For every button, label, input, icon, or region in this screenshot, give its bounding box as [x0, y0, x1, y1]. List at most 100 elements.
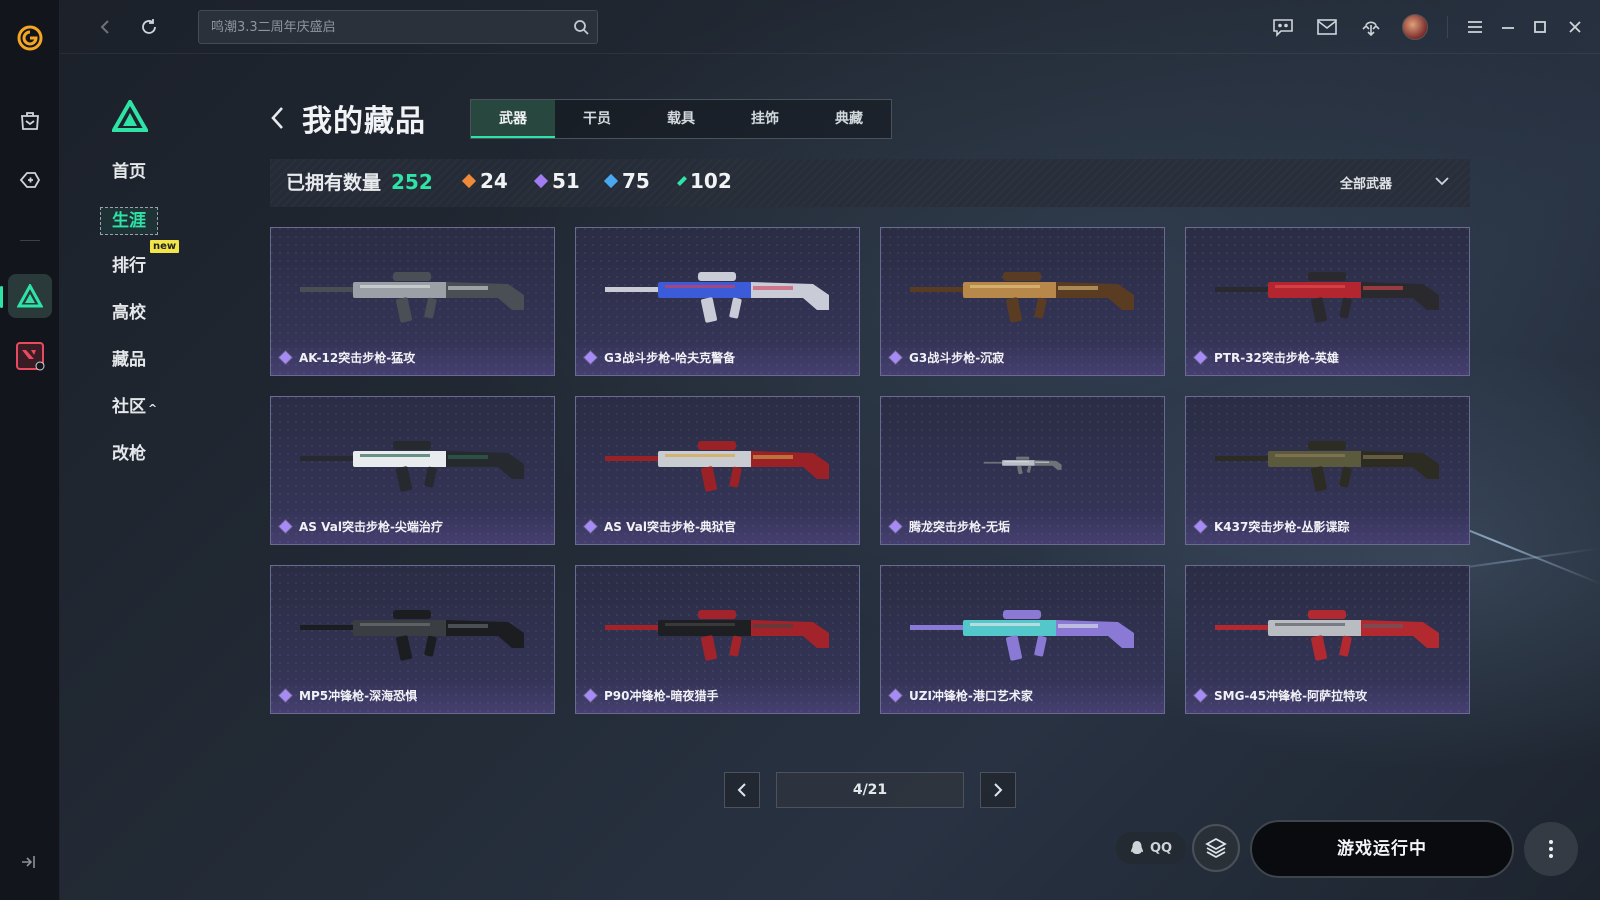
active-indicator	[0, 286, 3, 308]
weapon-card[interactable]: K437突击步枪-丛影谍踪	[1185, 396, 1470, 545]
prev-page-button[interactable]	[724, 772, 760, 808]
tab-weapons[interactable]: 武器	[471, 100, 555, 138]
weapon-label: AS Val突击步枪-典狱官	[584, 518, 736, 535]
mail-icon[interactable]	[1305, 0, 1349, 54]
rarity-count: 75	[622, 169, 650, 193]
new-badge: new	[150, 240, 180, 253]
weapon-card[interactable]: SMG-45冲锋枪-阿萨拉特攻	[1185, 565, 1470, 714]
weapon-label: MP5冲锋枪-深海恐惧	[279, 687, 418, 704]
weapon-image	[289, 425, 536, 505]
expand-rail-icon[interactable]	[18, 852, 38, 876]
weapon-card[interactable]: 腾龙突击步枪-无垢	[880, 396, 1165, 545]
weapon-card[interactable]: UZI冲锋枪-港口艺术家	[880, 565, 1165, 714]
page-header: 我的藏品	[270, 96, 426, 140]
sidebar-item-label: 藏品	[112, 350, 146, 370]
weapon-image	[594, 594, 841, 674]
weapon-image	[289, 594, 536, 674]
next-page-button[interactable]	[980, 772, 1016, 808]
pagination: 4/21	[724, 772, 1016, 808]
weapon-label: K437突击步枪-丛影谍踪	[1194, 518, 1349, 535]
purple-gem-icon	[533, 173, 549, 189]
rarity-gem-icon	[584, 689, 597, 702]
weapon-image	[899, 594, 1146, 674]
rarity-gem-icon	[889, 520, 902, 533]
weapon-card[interactable]: AS Val突击步枪-尖端治疗	[270, 396, 555, 545]
page-indicator: 4/21	[776, 772, 964, 808]
tag-plus-icon[interactable]	[8, 158, 52, 202]
weapon-image	[899, 256, 1146, 336]
store-bag-icon[interactable]	[8, 98, 52, 142]
search-bar[interactable]	[198, 10, 598, 44]
rarity-count: 102	[690, 169, 732, 193]
valorant-game-icon[interactable]	[8, 334, 52, 378]
rail-divider	[20, 240, 40, 241]
qq-button[interactable]: QQ	[1116, 832, 1186, 864]
sidebar-item-community[interactable]: 社区 ^	[100, 395, 190, 442]
game-running-button[interactable]: 游戏运行中	[1250, 820, 1514, 878]
weapon-card[interactable]: PTR-32突击步枪-英雄	[1185, 227, 1470, 376]
tab-charms[interactable]: 挂饰	[723, 100, 807, 138]
sidebar-item-label: 改枪	[112, 444, 146, 464]
avatar[interactable]	[1402, 14, 1428, 40]
download-icon[interactable]	[1349, 0, 1393, 54]
weapon-name: MP5冲锋枪-深海恐惧	[299, 689, 418, 703]
qq-penguin-icon	[1130, 841, 1143, 854]
page-title: 我的藏品	[302, 104, 426, 139]
weapon-label: AS Val突击步枪-尖端治疗	[279, 518, 443, 535]
rarity-gem-icon	[889, 351, 902, 364]
rarity-gem-icon	[279, 689, 292, 702]
sidebar-item-collection[interactable]: 藏品	[100, 348, 190, 395]
more-options-button[interactable]	[1524, 822, 1578, 876]
rarity-purple-count: 51	[533, 169, 580, 193]
filter-label: 全部武器	[1339, 177, 1392, 192]
close-icon[interactable]	[1556, 0, 1594, 54]
weapon-card[interactable]: AK-12突击步枪-猛攻	[270, 227, 555, 376]
user-avatar[interactable]	[1393, 0, 1437, 54]
nav-back-icon[interactable]	[92, 14, 118, 40]
menu-icon[interactable]	[1458, 0, 1492, 54]
chevron-down-icon	[1434, 175, 1450, 190]
search-icon[interactable]	[573, 19, 589, 39]
toolbar-separator	[1447, 16, 1448, 38]
rarity-gem-icon	[1194, 520, 1207, 533]
weapon-card[interactable]: G3战斗步枪-哈夫克警备	[575, 227, 860, 376]
owned-number: 252	[391, 170, 433, 194]
tab-vehicles[interactable]: 载具	[639, 100, 723, 138]
rarity-gem-icon	[279, 520, 292, 533]
weapon-card[interactable]: G3战斗步枪-沉寂	[880, 227, 1165, 376]
weapon-image	[594, 256, 841, 336]
blue-gem-icon	[603, 173, 619, 189]
rarity-gem-icon	[1194, 689, 1207, 702]
app-logo-icon[interactable]	[8, 16, 52, 60]
weapon-filter-dropdown[interactable]: 全部武器	[1340, 173, 1450, 192]
sidebar-item-gunsmith[interactable]: 改枪	[100, 442, 190, 489]
back-chevron-icon[interactable]	[270, 103, 294, 133]
weapon-card[interactable]: AS Val突击步枪-典狱官	[575, 396, 860, 545]
refresh-icon[interactable]	[136, 14, 162, 40]
tab-collector[interactable]: 典藏	[807, 100, 891, 138]
game-logo-icon	[110, 97, 150, 136]
maximize-icon[interactable]	[1524, 0, 1556, 54]
category-tabs: 武器 干员 载具 挂饰 典藏	[470, 99, 892, 139]
sidebar-item-home[interactable]: 首页	[100, 160, 190, 207]
weapon-label: UZI冲锋枪-港口艺术家	[889, 687, 1033, 704]
rarity-blue-count: 75	[603, 169, 650, 193]
minimize-icon[interactable]	[1492, 0, 1524, 54]
weapon-image	[1204, 594, 1451, 674]
layers-icon	[1205, 837, 1227, 859]
chat-icon[interactable]	[1261, 0, 1305, 54]
search-input[interactable]	[199, 11, 597, 43]
delta-force-game-icon[interactable]	[8, 274, 52, 318]
layers-button[interactable]	[1192, 824, 1240, 872]
rarity-gem-icon	[584, 351, 597, 364]
weapon-card[interactable]: MP5冲锋枪-深海恐惧	[270, 565, 555, 714]
tab-operators[interactable]: 干员	[555, 100, 639, 138]
weapon-name: G3战斗步枪-沉寂	[909, 351, 1005, 365]
weapon-name: AS Val突击步枪-典狱官	[604, 520, 736, 534]
rarity-orange-count: 24	[461, 169, 508, 193]
weapon-card[interactable]: P90冲锋枪-暗夜猎手	[575, 565, 860, 714]
top-right-icons	[1261, 0, 1600, 54]
sidebar-item-ranking[interactable]: 排行 new	[100, 240, 190, 301]
orange-gem-icon	[461, 173, 477, 189]
sidebar-item-college[interactable]: 高校	[100, 301, 190, 348]
